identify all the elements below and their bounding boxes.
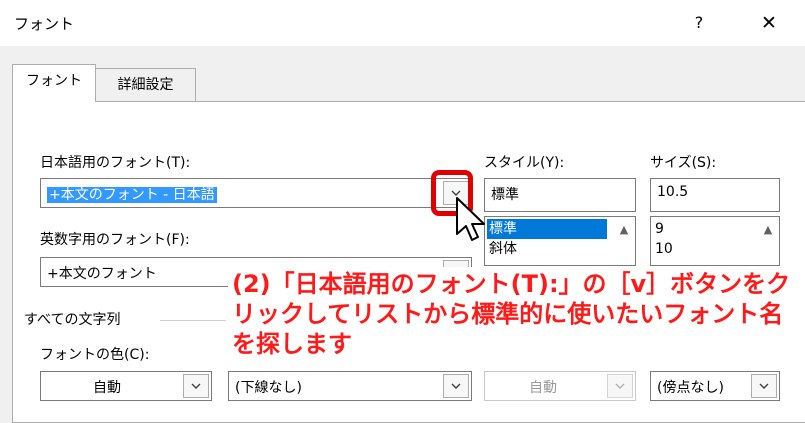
japanese-font-combobox[interactable]: +本文のフォント - 日本語 xyxy=(40,178,472,208)
size-option[interactable]: 9 xyxy=(653,219,745,239)
scroll-up-icon[interactable]: ▲ xyxy=(759,221,777,239)
emphasis-mark-combobox[interactable]: (傍点なし) xyxy=(650,371,780,401)
style-label: スタイル(Y): xyxy=(484,155,565,171)
underline-color-value: 自動 xyxy=(529,380,557,396)
tab-font[interactable]: フォント xyxy=(12,64,96,102)
japanese-font-value: +本文のフォント - 日本語 xyxy=(47,187,217,203)
scroll-up-icon[interactable]: ▲ xyxy=(615,221,633,239)
chevron-down-icon xyxy=(615,383,625,389)
underline-color-combobox: 自動 xyxy=(484,371,636,401)
style-option-regular[interactable]: 標準 xyxy=(487,219,607,239)
size-value: 10.5 xyxy=(657,184,689,200)
mouse-cursor-icon xyxy=(456,197,485,241)
font-color-combobox[interactable]: 自動 xyxy=(40,371,212,401)
size-input[interactable]: 10.5 xyxy=(650,178,780,212)
style-option-italic[interactable]: 斜体 xyxy=(487,239,607,259)
all-text-section-label: すべての文字列 xyxy=(24,312,121,328)
underline-style-value: (下線なし) xyxy=(235,380,302,396)
emphasis-dropdown-button[interactable] xyxy=(751,374,777,398)
size-label: サイズ(S): xyxy=(650,155,717,171)
font-color-value: 自動 xyxy=(93,380,121,396)
chevron-down-icon xyxy=(759,383,769,389)
underline-dropdown-button[interactable] xyxy=(443,374,469,398)
chevron-down-icon xyxy=(451,383,461,389)
english-font-label: 英数字用のフォント(F): xyxy=(40,232,190,248)
dialog-title: フォント xyxy=(14,15,75,33)
emphasis-mark-value: (傍点なし) xyxy=(657,380,724,396)
style-input[interactable]: 標準 xyxy=(484,178,636,212)
japanese-font-label: 日本語用のフォント(T): xyxy=(40,155,191,171)
title-bar: フォント ? ✕ xyxy=(0,0,805,46)
size-option[interactable]: 10 xyxy=(653,239,745,259)
instruction-callout: (2)「日本語用のフォント(T):」の［v］ボタンをクリックしてリストから標準的… xyxy=(228,267,805,361)
help-button[interactable]: ? xyxy=(682,8,716,38)
underline-style-combobox[interactable]: (下線なし) xyxy=(228,371,472,401)
style-listbox[interactable]: 標準 斜体 ▲ xyxy=(484,216,636,266)
close-button[interactable]: ✕ xyxy=(752,8,786,38)
style-value: 標準 xyxy=(491,187,519,203)
section-divider xyxy=(160,320,226,321)
chevron-down-icon xyxy=(191,383,201,389)
font-color-dropdown-button[interactable] xyxy=(183,374,209,398)
tab-advanced[interactable]: 詳細設定 xyxy=(96,68,196,102)
underline-color-dropdown-button xyxy=(607,374,633,398)
font-color-label: フォントの色(C): xyxy=(40,347,150,363)
english-font-value: +本文のフォント xyxy=(47,266,157,282)
size-listbox[interactable]: 9 10 ▲ xyxy=(650,216,780,266)
